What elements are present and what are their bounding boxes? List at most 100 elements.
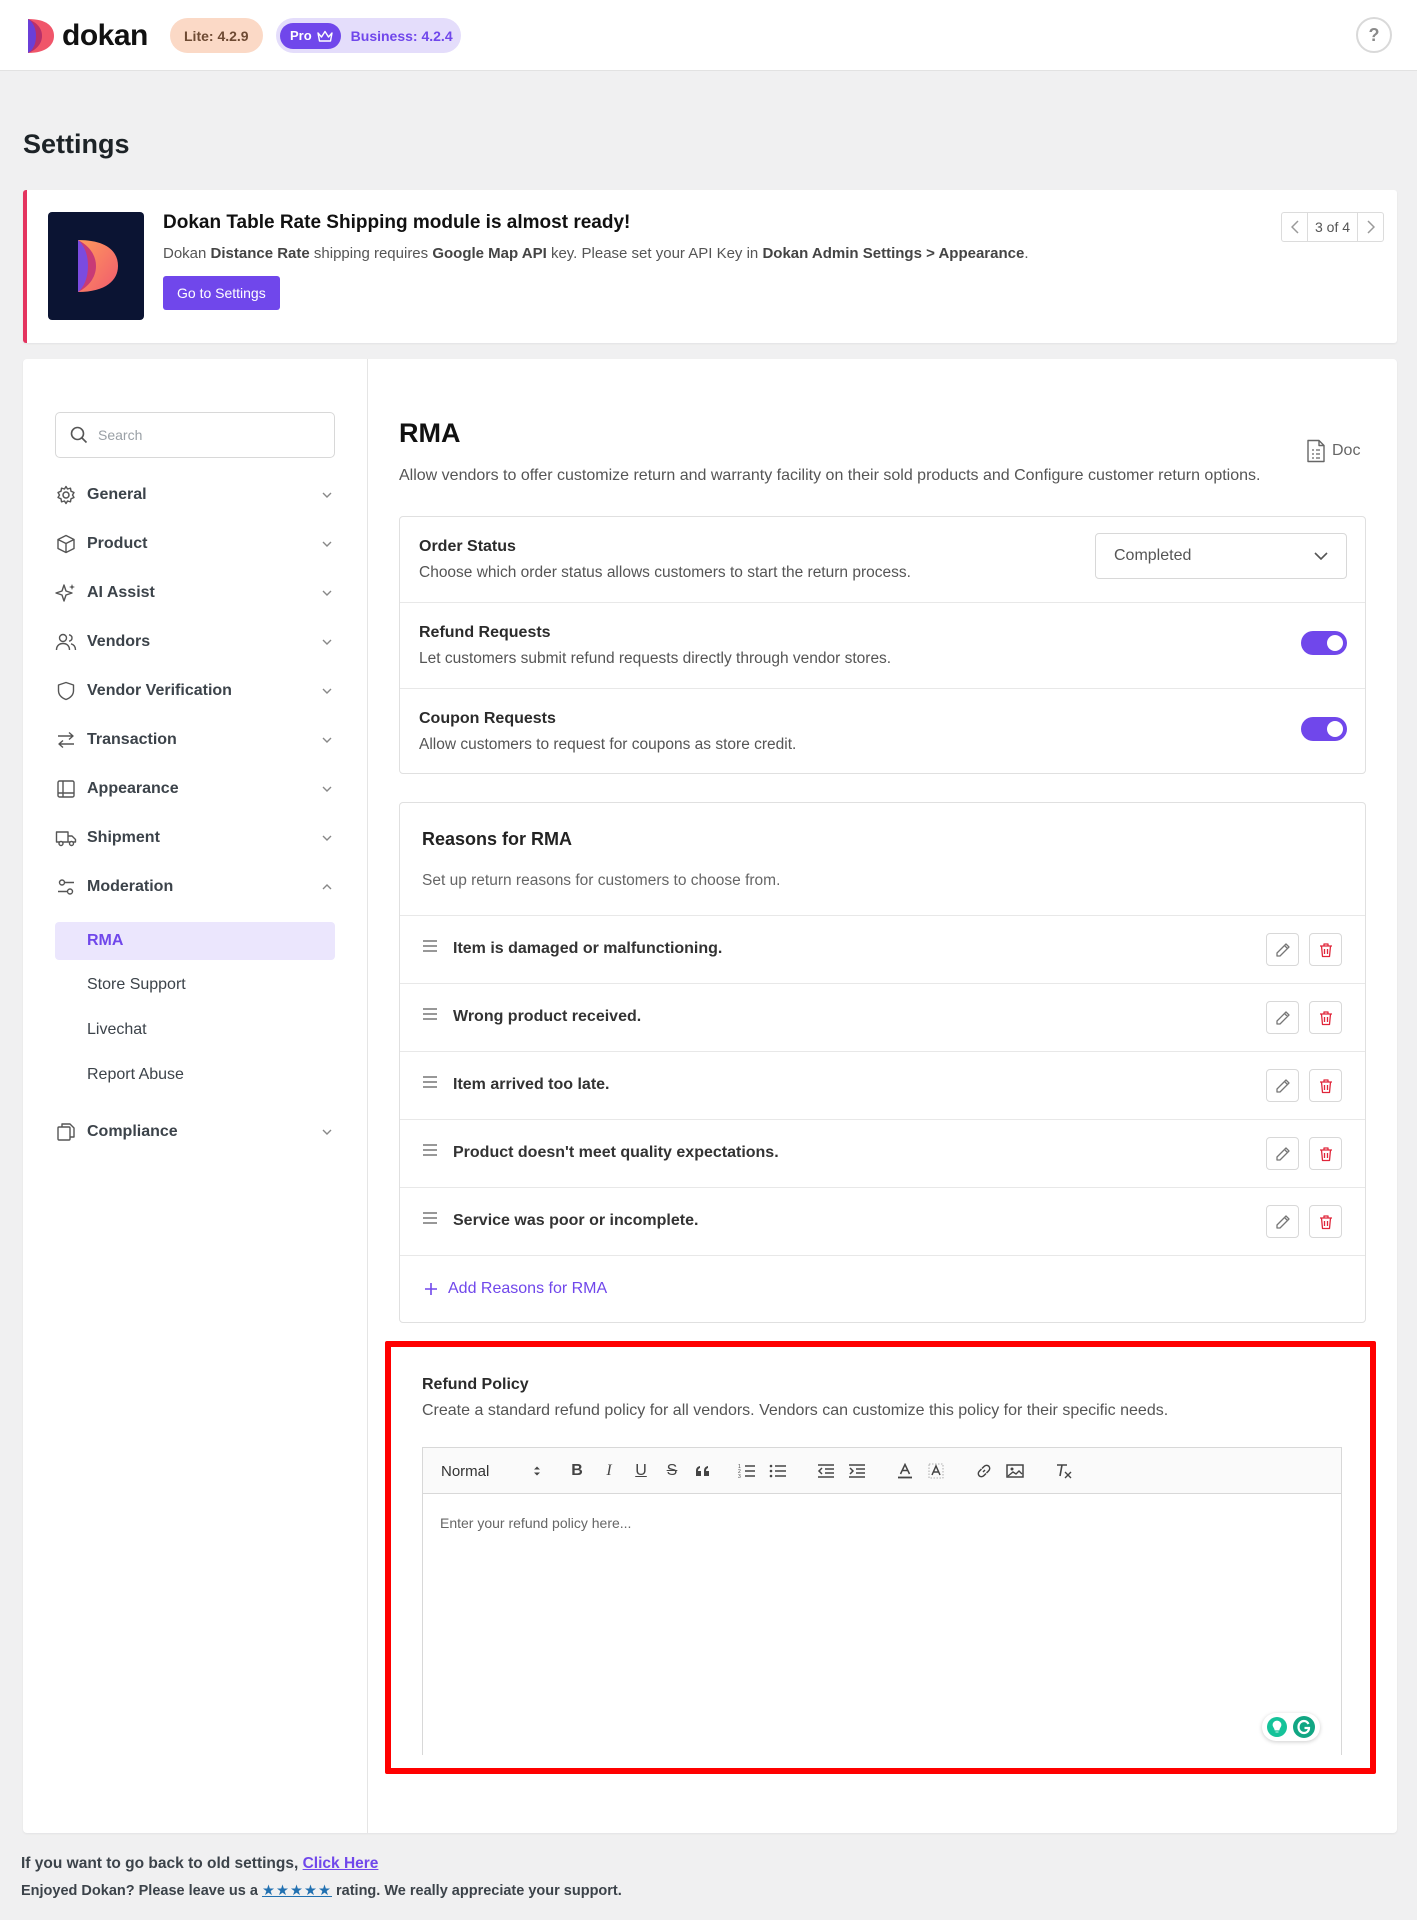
setting-description: Let customers submit refund requests dir… <box>419 650 892 667</box>
drag-handle-icon[interactable] <box>422 1075 440 1094</box>
strikethrough-icon[interactable]: S <box>662 1460 682 1482</box>
order-status-select[interactable]: Completed <box>1095 533 1347 579</box>
chevron-down-icon <box>319 590 335 596</box>
sidebar-item-vendors[interactable]: Vendors <box>55 624 335 660</box>
chevron-down-icon <box>319 786 335 792</box>
reason-row: Wrong product received. <box>400 983 1365 1051</box>
sidebar-item-vendor-verification[interactable]: Vendor Verification <box>55 673 335 709</box>
box-icon <box>55 533 77 555</box>
chevron-up-icon <box>319 884 335 890</box>
trash-icon <box>1319 1078 1332 1093</box>
rating-stars-link[interactable]: ★★★★★ <box>262 1883 332 1899</box>
gear-icon <box>55 484 77 506</box>
sidebar-item-label: Vendor Verification <box>87 682 232 699</box>
clear-formatting-icon[interactable] <box>1053 1460 1075 1482</box>
prev-notice-button[interactable] <box>1282 213 1307 241</box>
delete-reason-button[interactable] <box>1309 1137 1342 1170</box>
setting-order-status: Order Status Choose which order status a… <box>400 517 1365 603</box>
sidebar-item-label: Appearance <box>87 780 179 797</box>
sidebar-item-compliance[interactable]: Compliance <box>55 1114 335 1150</box>
sidebar-item-appearance[interactable]: Appearance <box>55 771 335 807</box>
delete-reason-button[interactable] <box>1309 933 1342 966</box>
dokan-logo[interactable]: dokan <box>24 17 148 55</box>
setting-refund-requests: Refund Requests Let customers submit ref… <box>400 603 1365 689</box>
rating-note: Enjoyed Dokan? Please leave us a ★★★★★ r… <box>21 1883 622 1899</box>
notice-text-bold: Google Map API <box>432 245 547 262</box>
blockquote-icon[interactable] <box>693 1460 713 1482</box>
setting-title: Refund Requests <box>419 624 551 641</box>
reasons-title: Reasons for RMA <box>422 829 573 849</box>
setting-title: Coupon Requests <box>419 710 556 727</box>
search-field[interactable] <box>55 412 335 458</box>
sidebar-subitem-store-support[interactable]: Store Support <box>55 966 335 1004</box>
refund-requests-toggle[interactable] <box>1301 631 1347 655</box>
dokan-logo-mark <box>28 19 54 53</box>
lite-version-badge: Lite: 4.2.9 <box>170 18 263 53</box>
sidebar-item-transaction[interactable]: Transaction <box>55 722 335 758</box>
pro-version-badge: Pro Business: 4.2.4 <box>276 18 461 53</box>
sidebar-item-shipment[interactable]: Shipment <box>55 820 335 856</box>
edit-reason-button[interactable] <box>1266 1137 1299 1170</box>
doc-label: Doc <box>1332 442 1361 459</box>
italic-icon[interactable]: I <box>599 1460 619 1482</box>
sidebar-item-product[interactable]: Product <box>55 526 335 562</box>
rma-settings-box: Order Status Choose which order status a… <box>399 516 1366 774</box>
sidebar-item-moderation[interactable]: Moderation <box>55 869 335 905</box>
copy-icon <box>55 1121 77 1143</box>
coupon-requests-toggle[interactable] <box>1301 717 1347 741</box>
bullet-list-icon[interactable] <box>768 1460 788 1482</box>
highlight-color-icon[interactable] <box>926 1460 946 1482</box>
edit-reason-button[interactable] <box>1266 933 1299 966</box>
sidebar-item-label: Vendors <box>87 633 151 650</box>
sidebar-item-ai-assist[interactable]: AI Assist <box>55 575 335 611</box>
link-icon[interactable] <box>974 1460 994 1482</box>
sidebar-item-label: Transaction <box>87 731 177 748</box>
refund-policy-textarea[interactable]: Enter your refund policy here... <box>423 1494 1341 1755</box>
outdent-icon[interactable] <box>816 1460 836 1482</box>
drag-handle-icon[interactable] <box>422 1007 440 1026</box>
reason-row: Service was poor or incomplete. <box>400 1187 1365 1255</box>
reasons-subtitle: Set up return reasons for customers to c… <box>422 872 781 889</box>
underline-icon[interactable]: U <box>631 1460 651 1482</box>
sidebar-item-label: Compliance <box>87 1123 178 1140</box>
rma-reasons-box: Reasons for RMA Set up return reasons fo… <box>399 802 1366 1323</box>
sidebar-subitem-report-abuse[interactable]: Report Abuse <box>55 1056 335 1094</box>
indent-icon[interactable] <box>847 1460 867 1482</box>
search-input[interactable] <box>98 427 298 443</box>
delete-reason-button[interactable] <box>1309 1069 1342 1102</box>
grammarly-widget[interactable] <box>1262 1713 1320 1741</box>
next-notice-button[interactable] <box>1358 213 1383 241</box>
sidebar-subitem-rma[interactable]: RMA <box>55 922 335 960</box>
sidebar-item-general[interactable]: General <box>55 477 335 513</box>
trash-icon <box>1319 1146 1332 1161</box>
sidebar-item-label: AI Assist <box>87 584 155 601</box>
truck-icon <box>55 827 77 849</box>
edit-reason-button[interactable] <box>1266 1205 1299 1238</box>
drag-handle-icon[interactable] <box>422 1211 440 1230</box>
drag-handle-icon[interactable] <box>422 1143 440 1162</box>
pencil-icon <box>1275 1078 1290 1093</box>
doc-link[interactable]: Doc <box>1306 439 1360 463</box>
format-select[interactable]: Normal <box>441 1460 541 1482</box>
bold-icon[interactable]: B <box>567 1460 587 1482</box>
image-icon[interactable] <box>1005 1460 1025 1482</box>
help-button[interactable]: ? <box>1356 17 1392 53</box>
old-settings-link[interactable]: Click Here <box>303 1855 379 1872</box>
page-title: Settings <box>23 129 130 159</box>
chevron-down-icon <box>319 639 335 645</box>
go-to-settings-button[interactable]: Go to Settings <box>163 276 280 310</box>
add-reason-button[interactable]: Add Reasons for RMA <box>424 1280 607 1298</box>
delete-reason-button[interactable] <box>1309 1001 1342 1034</box>
ordered-list-icon[interactable]: 123 <box>737 1460 757 1482</box>
reason-row: Item is damaged or malfunctioning. <box>400 915 1365 983</box>
edit-reason-button[interactable] <box>1266 1001 1299 1034</box>
drag-handle-icon[interactable] <box>422 939 440 958</box>
reason-row: Product doesn't meet quality expectation… <box>400 1119 1365 1187</box>
delete-reason-button[interactable] <box>1309 1205 1342 1238</box>
edit-reason-button[interactable] <box>1266 1069 1299 1102</box>
sidebar-subitem-livechat[interactable]: Livechat <box>55 1011 335 1049</box>
text-color-icon[interactable] <box>895 1460 915 1482</box>
notice-text-bold: Dokan Admin Settings > Appearance <box>762 245 1025 262</box>
pro-label: Pro <box>290 28 312 43</box>
users-icon <box>55 631 77 653</box>
